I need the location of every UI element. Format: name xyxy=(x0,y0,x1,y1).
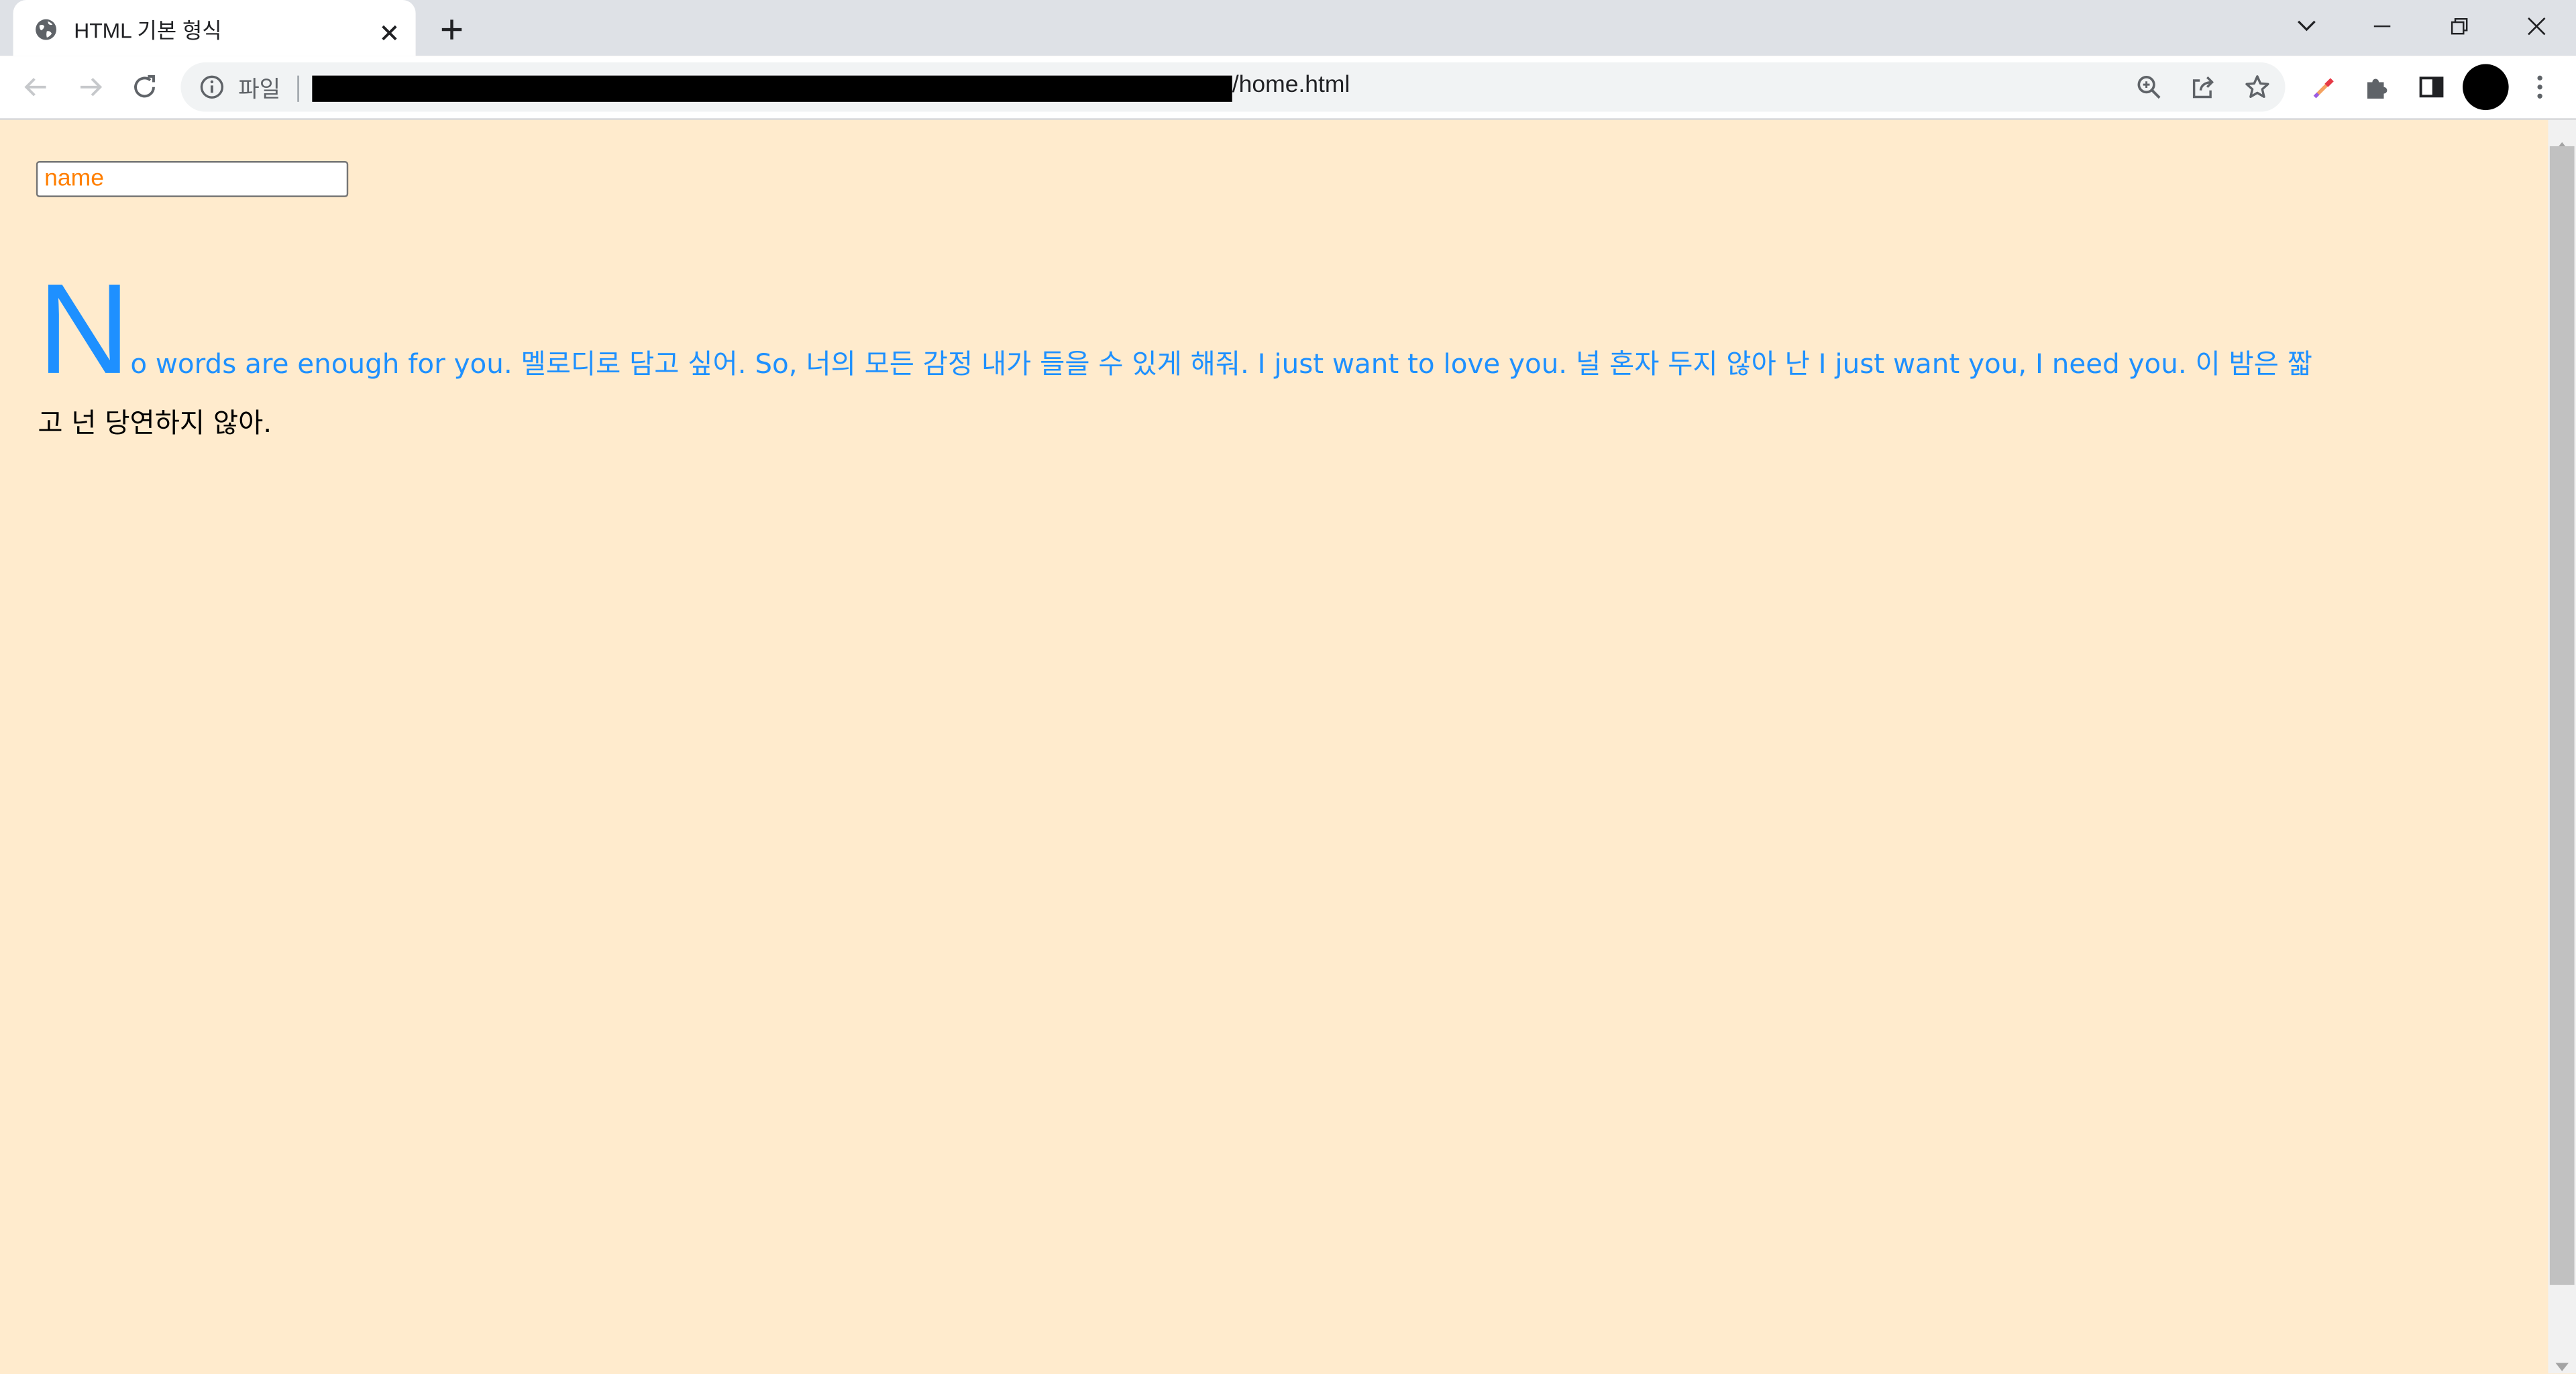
close-icon[interactable] xyxy=(380,18,399,41)
info-icon[interactable] xyxy=(199,74,225,100)
page-content: No words are enough for you. 멜로디로 담고 싶어.… xyxy=(0,119,2548,1374)
globe-icon xyxy=(34,16,57,40)
restore-icon[interactable] xyxy=(2447,13,2473,40)
tab-title: HTML 기본 형식 xyxy=(74,17,222,43)
page-scrollbar[interactable] xyxy=(2548,119,2576,1374)
url-redaction xyxy=(312,75,1232,102)
address-bar[interactable]: 파일 /home.html xyxy=(180,62,2286,112)
lyrics-paragraph: No words are enough for you. 멜로디로 담고 싶어.… xyxy=(38,264,2518,454)
chevron-down-icon[interactable] xyxy=(2294,13,2320,40)
scroll-thumb[interactable] xyxy=(2549,146,2575,1285)
address-separator xyxy=(297,75,299,102)
plus-icon[interactable] xyxy=(440,16,463,40)
close-icon[interactable] xyxy=(2524,13,2550,40)
url-text: /home.html xyxy=(1232,72,1350,99)
browser-window: HTML 기본 형식 파일 /home.html name No words a… xyxy=(0,0,2576,1374)
drop-cap-letter: N xyxy=(38,256,131,401)
eyedropper-icon[interactable] xyxy=(2310,72,2339,102)
zoom-icon[interactable] xyxy=(2136,74,2162,100)
name-input[interactable] xyxy=(36,161,349,197)
scroll-down-arrow-icon[interactable] xyxy=(2555,1349,2569,1371)
star-icon[interactable] xyxy=(2244,74,2270,100)
paragraph-rest-text: 고 넌 당연하지 않아. xyxy=(38,407,272,439)
kebab-menu-icon[interactable] xyxy=(2525,72,2555,102)
minimize-icon[interactable] xyxy=(2369,13,2395,40)
back-arrow-icon[interactable] xyxy=(21,72,51,102)
tab-strip: HTML 기본 형식 xyxy=(0,0,2576,56)
scroll-up-arrow-icon[interactable] xyxy=(2555,128,2569,151)
forward-arrow-icon[interactable] xyxy=(76,72,105,102)
first-line-text: o words are enough for you. 멜로디로 담고 싶어. … xyxy=(130,348,2312,380)
scheme-label: 파일 xyxy=(238,75,281,102)
reload-icon[interactable] xyxy=(129,72,159,102)
puzzle-icon[interactable] xyxy=(2363,72,2392,102)
side-panel-icon[interactable] xyxy=(2416,72,2446,102)
profile-avatar[interactable] xyxy=(2463,64,2509,111)
browser-toolbar: 파일 /home.html xyxy=(0,56,2576,120)
active-tab[interactable]: HTML 기본 형식 xyxy=(13,0,416,56)
share-icon[interactable] xyxy=(2190,74,2216,100)
paragraph-first-line: No words are enough for you. 멜로디로 담고 싶어.… xyxy=(38,264,2312,392)
